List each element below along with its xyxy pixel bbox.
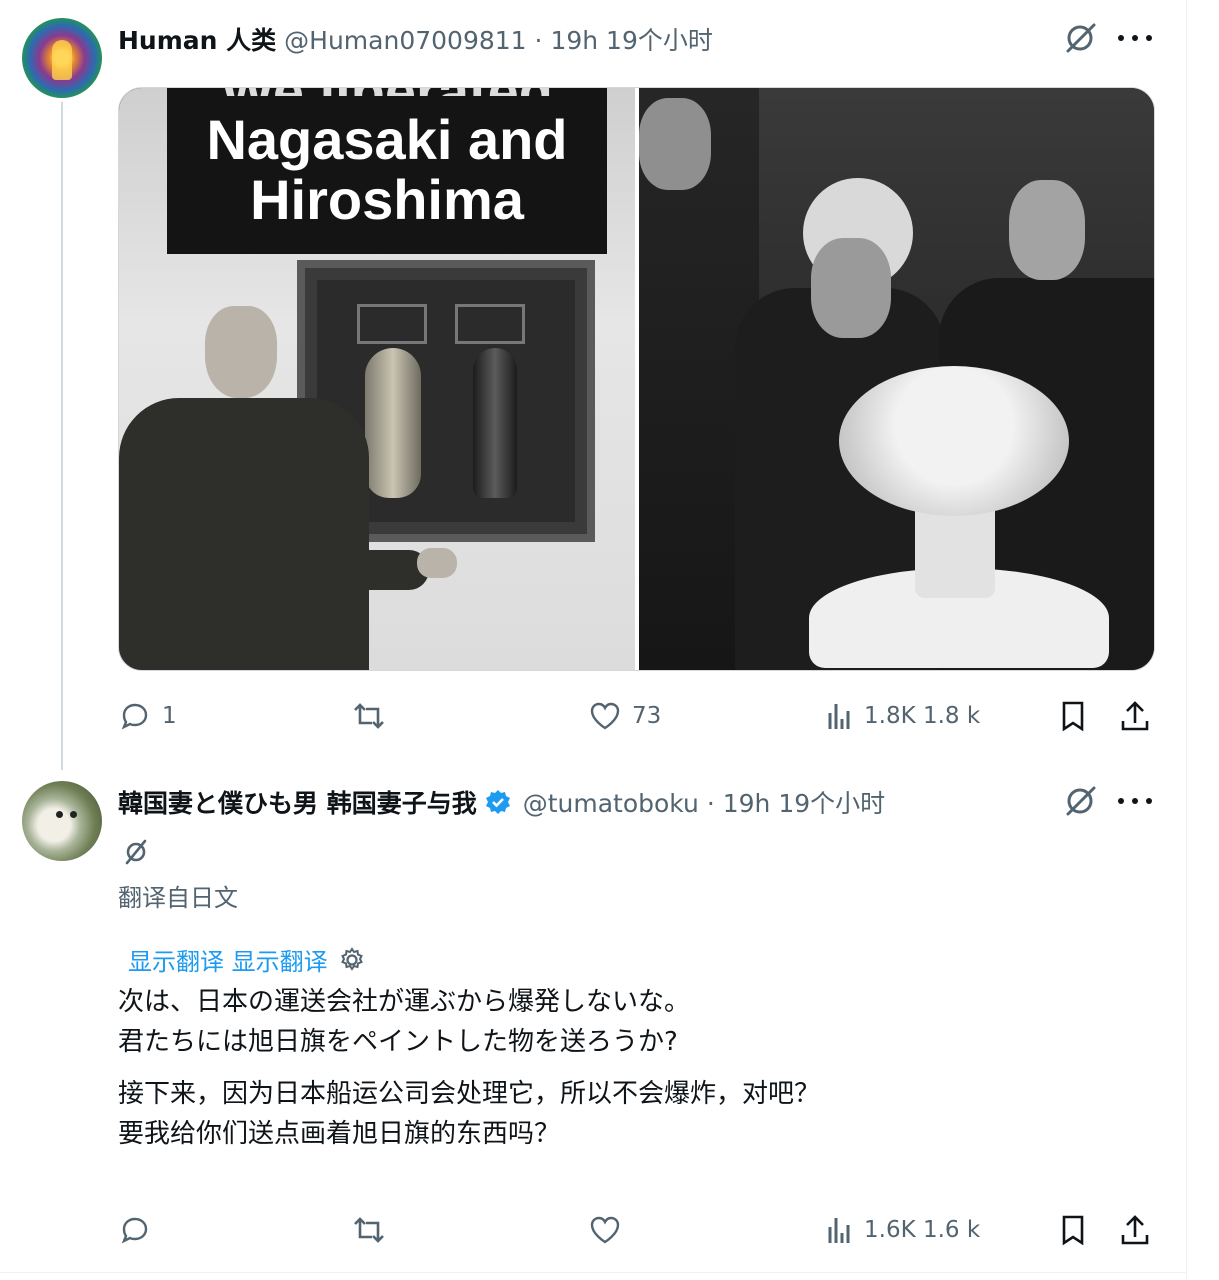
bookmark-icon xyxy=(1062,701,1084,732)
bookmark-icon xyxy=(1062,1215,1084,1246)
retweet-icon xyxy=(354,703,384,729)
views-button[interactable]: 1.8K 1.8 k xyxy=(824,696,980,736)
tweet-media[interactable]: We liberated Nagasaki and Hiroshima xyxy=(118,87,1155,671)
display-name[interactable]: 韓国妻と僕ひも男 韩国妻子与我 xyxy=(118,784,477,820)
photo-right[interactable] xyxy=(639,88,1154,670)
retweet-button[interactable] xyxy=(352,1210,386,1250)
reply-button[interactable]: 1 xyxy=(118,696,177,736)
heart-icon xyxy=(590,1216,620,1244)
views-count: 1.8K 1.8 k xyxy=(864,703,981,729)
sign-line-1: Nagasaki and xyxy=(206,108,568,171)
handle[interactable]: @tumatoboku xyxy=(523,789,699,818)
more-icon[interactable] xyxy=(1118,784,1152,818)
grok-icon[interactable] xyxy=(1064,784,1098,818)
show-translation-link[interactable]: 显示翻译 显示翻译 xyxy=(128,942,366,977)
timestamp[interactable]: 19h 19个小时 xyxy=(550,26,712,55)
verified-badge-icon xyxy=(485,790,510,814)
share-icon xyxy=(1121,701,1149,731)
handle[interactable]: @Human07009811 xyxy=(284,26,526,55)
thread-line xyxy=(61,102,63,770)
tweet-text-original: 次は、日本の運送会社が運ぶから爆発しないな。 君たちには旭日旗をペイントした物を… xyxy=(118,987,691,1057)
tweet-text-translated: 接下来，因为日本船运公司会处理它，所以不会爆炸，对吧？ 要我给你们送点画着旭日旗… xyxy=(118,1079,821,1149)
divider xyxy=(0,1272,1186,1273)
show-translation-label[interactable]: 显示翻译 显示翻译 xyxy=(128,942,328,977)
retweet-button[interactable] xyxy=(352,696,386,736)
grok-icon[interactable] xyxy=(1064,21,1098,55)
tweet-actions: 1 73 1.8K 1.8 k xyxy=(118,696,1158,736)
avatar[interactable] xyxy=(22,781,102,861)
share-icon xyxy=(1121,1215,1149,1245)
retweet-icon xyxy=(354,1217,384,1243)
reply-icon xyxy=(121,1217,148,1244)
avatar[interactable] xyxy=(22,18,102,98)
like-button[interactable]: 73 xyxy=(588,696,661,736)
views-button[interactable]: 1.6K 1.6 k xyxy=(824,1210,980,1250)
separator-dot: · xyxy=(534,26,543,55)
bookmark-button[interactable] xyxy=(1056,1210,1090,1250)
column-border xyxy=(1186,0,1187,1280)
grok-icon[interactable] xyxy=(125,838,147,866)
share-button[interactable] xyxy=(1118,696,1152,736)
reply-count: 1 xyxy=(162,703,177,729)
photo-sign: We liberated Nagasaki and Hiroshima xyxy=(167,88,607,254)
tweet-header: 韓国妻と僕ひも男 韩国妻子与我 @tumatoboku · 19h 19个小时 xyxy=(118,783,885,821)
heart-icon xyxy=(590,702,620,730)
translated-from-label: 翻译自日文 xyxy=(118,884,238,912)
tweet-actions: 1.6K 1.6 k xyxy=(118,1210,1158,1250)
bookmark-button[interactable] xyxy=(1056,696,1090,736)
photo-officer xyxy=(119,298,457,670)
reply-icon xyxy=(121,703,148,730)
share-button[interactable] xyxy=(1118,1210,1152,1250)
like-count: 73 xyxy=(632,703,662,729)
views-icon xyxy=(828,1218,850,1243)
views-count: 1.6K 1.6 k xyxy=(864,1217,981,1243)
reply-button[interactable] xyxy=(118,1210,152,1250)
timestamp[interactable]: 19h 19个小时 xyxy=(723,789,885,818)
tweet-header: Human 人类 @Human07009811 · 19h 19个小时 xyxy=(118,20,713,58)
views-icon xyxy=(828,704,850,729)
like-button[interactable] xyxy=(588,1210,622,1250)
gear-icon[interactable] xyxy=(338,946,366,974)
sign-line-2: Hiroshima xyxy=(250,168,524,231)
photo-left[interactable]: We liberated Nagasaki and Hiroshima xyxy=(119,88,635,670)
display-name[interactable]: Human 人类 xyxy=(118,21,276,57)
separator-dot: · xyxy=(706,789,715,818)
more-icon[interactable] xyxy=(1118,21,1152,55)
